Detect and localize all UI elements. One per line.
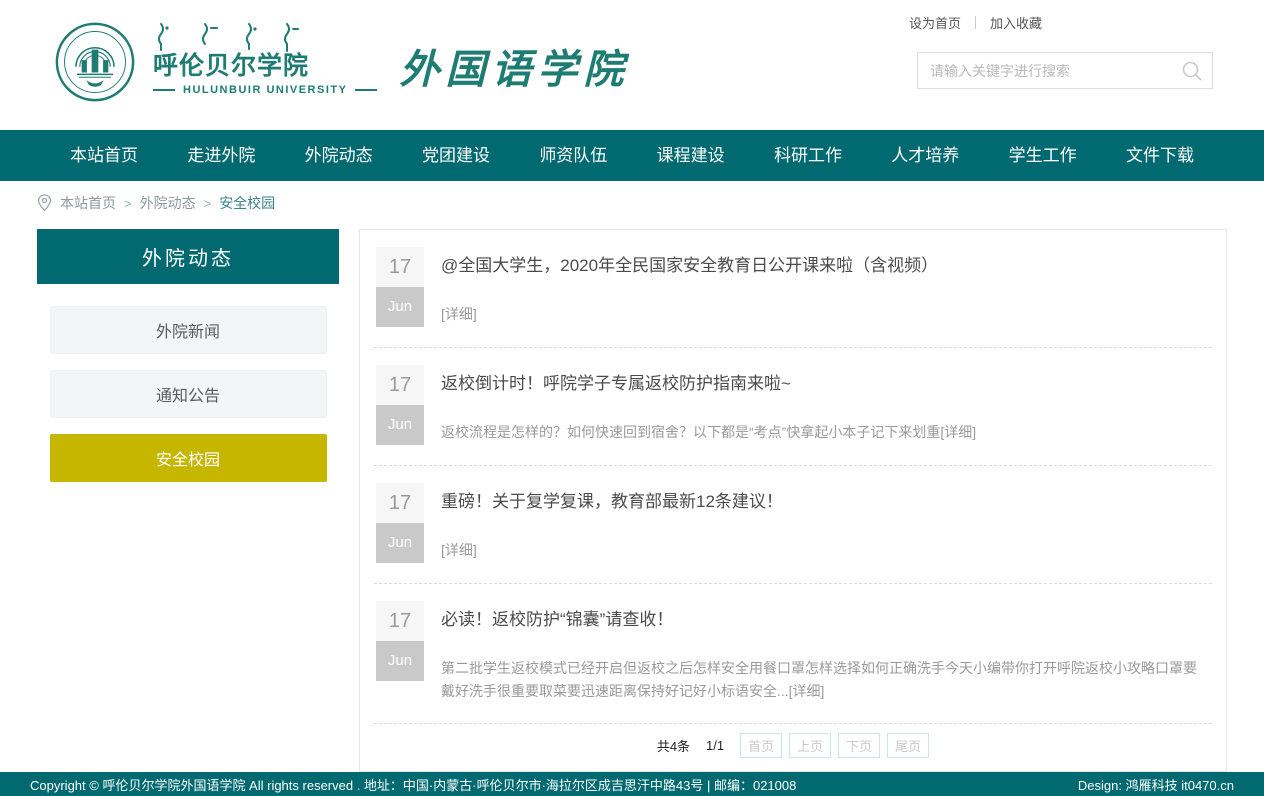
site-logo[interactable]: 呼伦贝尔学院 HULUNBUIR UNIVERSITY 外国语学院 — [55, 16, 629, 102]
pagination-first-button[interactable]: 首页 — [740, 733, 782, 758]
news-body: 必读！返校防护“锦囊”请查收！ 第二批学生返校模式已经开启但返校之后怎样安全用餐… — [441, 601, 1210, 703]
location-pin-icon — [37, 194, 52, 212]
page-footer: Copyright © 呼伦贝尔学院外国语学院 All rights reser… — [0, 772, 1264, 796]
news-title-link[interactable]: 重磅！关于复学复课，教育部最新12条建议！ — [441, 491, 1210, 513]
links-divider — [975, 16, 976, 29]
search-button[interactable] — [1172, 53, 1212, 88]
news-body: 重磅！关于复学复课，教育部最新12条建议！ [详细] — [441, 483, 1210, 563]
footer-copyright: Copyright © 呼伦贝尔学院外国语学院 All rights reser… — [30, 775, 796, 794]
news-summary[interactable]: 返校流程是怎样的？如何快速回到宿舍？以下都是“考点”快拿起小本子记下来划重[详细… — [441, 421, 1210, 444]
content-area: 外院动态 外院新闻 通知公告 安全校园 17 Jun @全国大学生，2020年全… — [37, 229, 1227, 772]
news-summary[interactable]: 第二批学生返校模式已经开启但返校之后怎样安全用餐口罩怎样选择如何正确洗手今天小编… — [441, 657, 1210, 703]
news-item: 17 Jun 重磅！关于复学复课，教育部最新12条建议！ [详细] — [374, 466, 1212, 584]
pagination-prev-button[interactable]: 上页 — [789, 733, 831, 758]
nav-item-downloads[interactable]: 文件下载 — [1118, 130, 1202, 181]
date-badge: 17 Jun — [376, 247, 424, 327]
date-day: 17 — [376, 247, 424, 287]
date-badge: 17 Jun — [376, 601, 424, 703]
date-month: Jun — [376, 641, 424, 681]
nav-item-news[interactable]: 外院动态 — [297, 130, 381, 181]
date-month: Jun — [376, 287, 424, 327]
main-nav: 本站首页 走进外院 外院动态 党团建设 师资队伍 课程建设 科研工作 人才培养 … — [0, 130, 1264, 181]
mongolian-script-icon — [153, 22, 303, 52]
date-day: 17 — [376, 601, 424, 641]
pagination: 共4条 1/1 首页 上页 下页 尾页 — [374, 724, 1212, 771]
nav-item-research[interactable]: 科研工作 — [766, 130, 850, 181]
news-summary[interactable]: [详细] — [441, 303, 1210, 326]
breadcrumb-current[interactable]: 安全校园 — [219, 193, 275, 213]
university-name-cn: 呼伦贝尔学院 — [153, 52, 377, 81]
college-name: 外国语学院 — [399, 23, 629, 95]
date-month: Jun — [376, 523, 424, 563]
breadcrumb-separator: > — [204, 196, 212, 211]
pagination-buttons: 首页 上页 下页 尾页 — [740, 733, 929, 758]
news-title-link[interactable]: @全国大学生，2020年全民国家安全教育日公开课来啦（含视频） — [441, 255, 1210, 277]
nav-item-home[interactable]: 本站首页 — [62, 130, 146, 181]
sidebar-item-notices[interactable]: 通知公告 — [50, 370, 327, 418]
breadcrumb-news[interactable]: 外院动态 — [140, 193, 196, 213]
page-header: 呼伦贝尔学院 HULUNBUIR UNIVERSITY 外国语学院 设为首页 加… — [0, 0, 1264, 130]
top-links: 设为首页 加入收藏 — [909, 13, 1042, 32]
dash-left — [153, 89, 175, 91]
date-day: 17 — [376, 483, 424, 523]
search-input[interactable] — [918, 63, 1172, 79]
pagination-next-button[interactable]: 下页 — [838, 733, 880, 758]
nav-item-students[interactable]: 学生工作 — [1001, 130, 1085, 181]
sidebar: 外院动态 外院新闻 通知公告 安全校园 — [37, 229, 339, 482]
breadcrumb: 本站首页 > 外院动态 > 安全校园 — [37, 181, 1227, 225]
add-favorite-link[interactable]: 加入收藏 — [990, 13, 1042, 32]
sidebar-item-college-news[interactable]: 外院新闻 — [50, 306, 327, 354]
breadcrumb-separator: > — [124, 196, 132, 211]
date-month: Jun — [376, 405, 424, 445]
breadcrumb-home[interactable]: 本站首页 — [60, 193, 116, 213]
date-badge: 17 Jun — [376, 365, 424, 445]
university-name-en: HULUNBUIR UNIVERSITY — [153, 84, 377, 96]
search-box — [917, 52, 1213, 89]
news-title-link[interactable]: 必读！返校防护“锦囊”请查收！ — [441, 609, 1210, 631]
nav-item-faculty[interactable]: 师资队伍 — [531, 130, 615, 181]
university-seal-icon — [55, 22, 135, 102]
search-icon — [1181, 60, 1203, 82]
sidebar-item-safe-campus[interactable]: 安全校园 — [50, 434, 327, 482]
date-badge: 17 Jun — [376, 483, 424, 563]
nav-item-courses[interactable]: 课程建设 — [649, 130, 733, 181]
footer-design-credit[interactable]: Design: 鸿雁科技 it0470.cn — [1078, 775, 1234, 794]
set-home-link[interactable]: 设为首页 — [909, 13, 961, 32]
nav-item-talent[interactable]: 人才培养 — [883, 130, 967, 181]
pagination-total: 共4条 — [657, 736, 690, 755]
news-list-panel: 17 Jun @全国大学生，2020年全民国家安全教育日公开课来啦（含视频） [… — [359, 229, 1227, 772]
date-day: 17 — [376, 365, 424, 405]
news-title-link[interactable]: 返校倒计时！呼院学子专属返校防护指南来啦~ — [441, 373, 1210, 395]
dash-right — [355, 89, 377, 91]
pagination-last-button[interactable]: 尾页 — [887, 733, 929, 758]
nav-item-about[interactable]: 走进外院 — [179, 130, 263, 181]
news-item: 17 Jun @全国大学生，2020年全民国家安全教育日公开课来啦（含视频） [… — [374, 230, 1212, 348]
nav-item-party[interactable]: 党团建设 — [414, 130, 498, 181]
news-summary[interactable]: [详细] — [441, 539, 1210, 562]
news-item: 17 Jun 必读！返校防护“锦囊”请查收！ 第二批学生返校模式已经开启但返校之… — [374, 584, 1212, 724]
news-item: 17 Jun 返校倒计时！呼院学子专属返校防护指南来啦~ 返校流程是怎样的？如何… — [374, 348, 1212, 466]
news-body: 返校倒计时！呼院学子专属返校防护指南来啦~ 返校流程是怎样的？如何快速回到宿舍？… — [441, 365, 1210, 445]
sidebar-title: 外院动态 — [37, 229, 339, 284]
news-body: @全国大学生，2020年全民国家安全教育日公开课来啦（含视频） [详细] — [441, 247, 1210, 327]
